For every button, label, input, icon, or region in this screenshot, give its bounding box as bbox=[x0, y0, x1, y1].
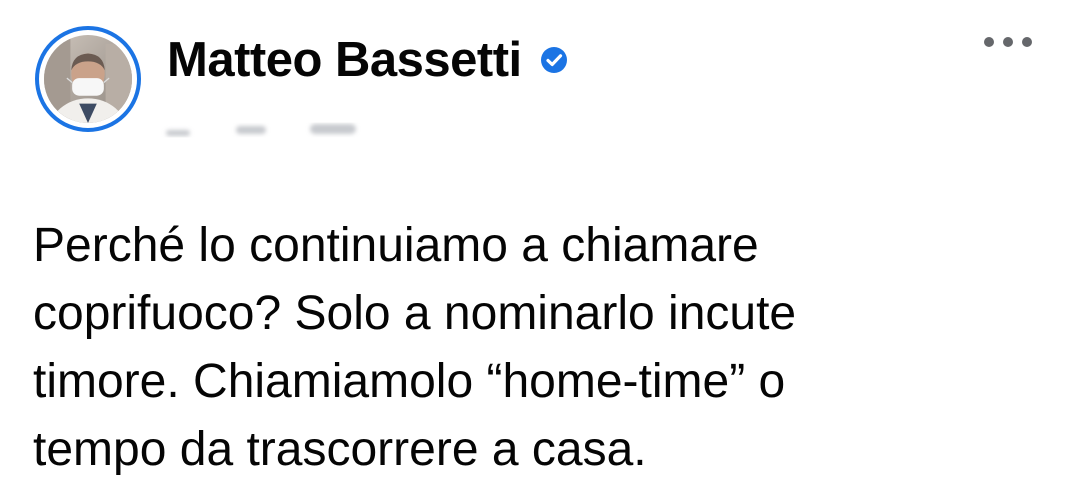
post-header: Matteo Bassetti bbox=[167, 30, 570, 90]
dot bbox=[1022, 37, 1032, 47]
verified-badge-icon bbox=[540, 47, 567, 73]
author-name[interactable]: Matteo Bassetti bbox=[167, 35, 522, 85]
profile-photo bbox=[44, 35, 132, 123]
more-options-icon[interactable] bbox=[984, 30, 1032, 54]
social-post: Matteo Bassetti Perché lo continuiamo a … bbox=[0, 0, 1080, 496]
avatar[interactable] bbox=[35, 26, 141, 132]
dot bbox=[984, 37, 994, 47]
blurred-timestamp bbox=[166, 124, 356, 136]
post-text: Perché lo continuiamo a chiamare coprifu… bbox=[33, 219, 797, 476]
dot bbox=[1003, 37, 1013, 47]
